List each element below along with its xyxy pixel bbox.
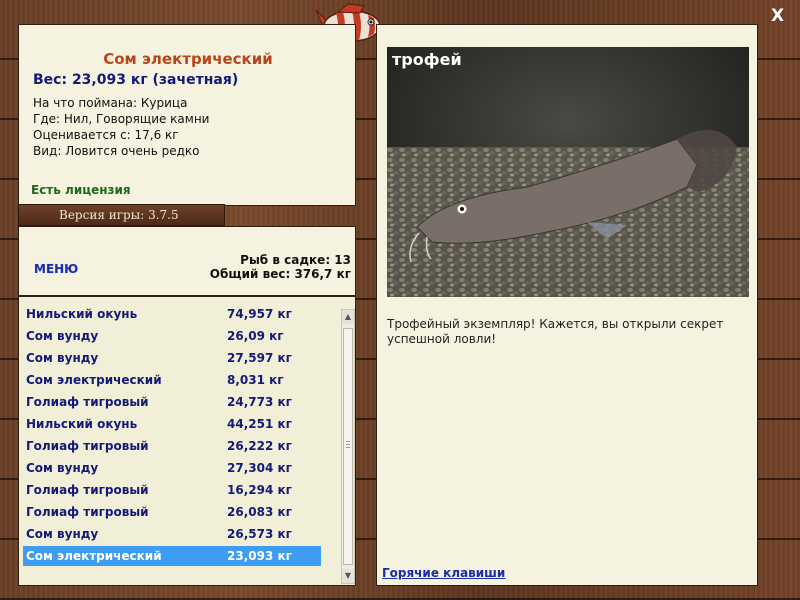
- catch-fish-name: Нильский окунь: [26, 307, 138, 321]
- catch-fish-name: Голиаф тигровый: [26, 505, 149, 519]
- fish-name: Сом электрический: [103, 50, 273, 68]
- fish-weight: Вес: 23,093 кг (зачетная): [33, 72, 239, 88]
- grip-line: [346, 447, 350, 448]
- catch-fish-name: Голиаф тигровый: [26, 483, 149, 497]
- menu-button[interactable]: МЕНЮ: [34, 262, 78, 276]
- hotkeys-link[interactable]: Горячие клавиши: [382, 566, 505, 580]
- close-icon[interactable]: X: [771, 6, 784, 26]
- menu-panel: МЕНЮ Рыб в садке: 13 Общий вес: 376,7 кг: [18, 226, 356, 296]
- trophy-description: Трофейный экземпляр! Кажется, вы открыли…: [387, 317, 724, 346]
- catch-fish-weight: 27,304 кг: [227, 461, 292, 475]
- catch-fish-name: Сом вунду: [26, 461, 99, 475]
- catch-list-item[interactable]: Голиаф тигровый 26,083 кг: [23, 502, 321, 522]
- catch-list-item[interactable]: Сом электрический 8,031 кг: [23, 370, 321, 390]
- catch-fish-name: Сом вунду: [26, 527, 99, 541]
- fish-bait: На что поймана: Курица: [33, 96, 188, 110]
- keepnet-total-weight: Общий вес: 376,7 кг: [209, 267, 351, 281]
- catch-list-item[interactable]: Сом вунду 26,573 кг: [23, 524, 321, 544]
- catch-fish-weight: 74,957 кг: [227, 307, 292, 321]
- catch-list-item[interactable]: Голиаф тигровый 16,294 кг: [23, 480, 321, 500]
- catch-fish-weight: 26,083 кг: [227, 505, 292, 519]
- catch-list[interactable]: Нильский окунь 74,957 кг Сом вунду 26,09 кг…: [18, 296, 356, 586]
- grip-line: [346, 444, 350, 445]
- fish-location: Где: Нил, Говорящие камни: [33, 112, 210, 126]
- license-status: Есть лицензия: [31, 183, 131, 197]
- fish-info-panel: Сом электрический Вес: 23,093 кг (зачетн…: [18, 24, 356, 206]
- catch-fish-name: Голиаф тигровый: [26, 395, 149, 409]
- version-label: Версия игры: 3.7.5: [18, 204, 225, 226]
- trophy-badge: трофей: [392, 50, 462, 69]
- catch-list-item[interactable]: Нильский окунь 44,251 кг: [23, 414, 321, 434]
- catch-fish-weight: 44,251 кг: [227, 417, 292, 431]
- scroll-up-icon[interactable]: ▲: [342, 310, 354, 324]
- catch-fish-weight: 26,09 кг: [227, 329, 284, 343]
- catch-list-item[interactable]: Сом вунду 27,304 кг: [23, 458, 321, 478]
- catch-list-item[interactable]: Голиаф тигровый 26,222 кг: [23, 436, 321, 456]
- scroll-thumb[interactable]: [343, 328, 353, 565]
- catch-fish-weight: 24,773 кг: [227, 395, 292, 409]
- catch-fish-name: Сом электрический: [26, 373, 162, 387]
- fish-value: Оценивается с: 17,6 кг: [33, 128, 179, 142]
- grip-line: [346, 441, 350, 442]
- catch-fish-weight: 26,222 кг: [227, 439, 292, 453]
- catch-fish-name: Сом вунду: [26, 329, 99, 343]
- catch-fish-weight: 16,294 кг: [227, 483, 292, 497]
- catch-fish-weight: 27,597 кг: [227, 351, 292, 365]
- keepnet-summary: Рыб в садке: 13 Общий вес: 376,7 кг: [210, 253, 351, 281]
- catch-fish-weight: 8,031 кг: [227, 373, 284, 387]
- trophy-panel: трофей Трофейный экземпляр! Кажется, вы …: [376, 24, 758, 586]
- catch-fish-name: Сом вунду: [26, 351, 99, 365]
- catch-list-item[interactable]: Сом электрический 23,093 кг: [23, 546, 321, 566]
- scroll-down-icon[interactable]: ▼: [342, 569, 354, 583]
- catch-fish-weight: 26,573 кг: [227, 527, 292, 541]
- fish-rarity: Вид: Ловится очень редко: [33, 144, 200, 158]
- keepnet-count: Рыб в садке: 13: [240, 253, 351, 267]
- catch-fish-name: Голиаф тигровый: [26, 439, 149, 453]
- catch-list-item[interactable]: Голиаф тигровый 24,773 кг: [23, 392, 321, 412]
- fish-photo: трофей: [387, 47, 749, 297]
- catch-list-item[interactable]: Сом вунду 26,09 кг: [23, 326, 321, 346]
- catch-fish-name: Нильский окунь: [26, 417, 138, 431]
- fish-photo-image: [387, 47, 749, 297]
- catch-list-item[interactable]: Нильский окунь 74,957 кг: [23, 304, 321, 324]
- close-button[interactable]: X: [771, 6, 784, 26]
- catch-list-item[interactable]: Сом вунду 27,597 кг: [23, 348, 321, 368]
- catch-fish-name: Сом электрический: [26, 549, 162, 563]
- scrollbar[interactable]: ▲ ▼: [341, 309, 355, 584]
- catch-fish-weight: 23,093 кг: [227, 549, 292, 563]
